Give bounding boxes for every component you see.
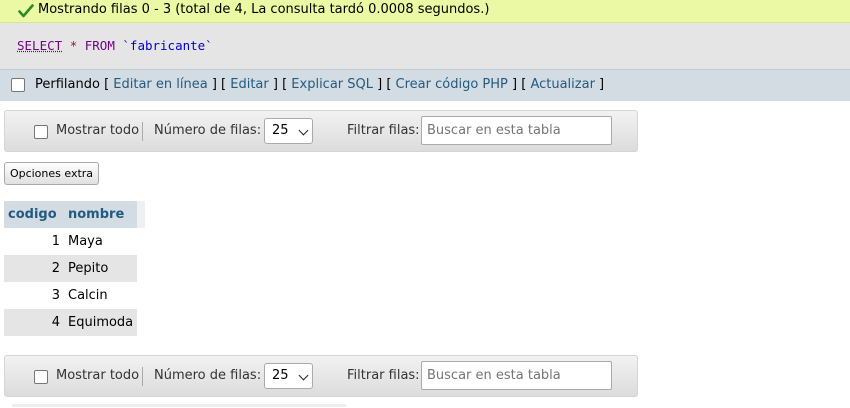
column-header-nombre[interactable]: nombre <box>64 201 138 228</box>
sql-star: * <box>69 38 78 53</box>
divider <box>142 367 143 386</box>
show-all-label: Mostrar todo <box>56 368 140 383</box>
table-row[interactable]: 3 Calcin <box>4 282 145 309</box>
refresh-link[interactable]: Actualizar <box>530 77 594 92</box>
rows-count-label: Número de filas: <box>154 123 262 138</box>
cell-codigo[interactable]: 1 <box>4 228 64 255</box>
profiling-checkbox[interactable] <box>11 78 25 92</box>
profiling-bar: Perfilando [ Editar en línea ] [ Editar … <box>0 69 850 101</box>
results-table-wrapper: codigo nombre 1 Maya 2 Pepito 3 Calcin 4… <box>4 201 146 336</box>
edit-link[interactable]: Editar <box>230 77 269 92</box>
cell-codigo[interactable]: 3 <box>4 282 64 309</box>
edit-inline-link[interactable]: Editar en línea <box>113 77 207 92</box>
explain-sql-link[interactable]: Explicar SQL <box>291 77 373 92</box>
column-header-codigo[interactable]: codigo <box>4 201 64 228</box>
column-header-spacer <box>137 201 146 228</box>
chevron-down-icon <box>298 125 309 136</box>
cell-nombre[interactable]: Calcin <box>64 282 138 309</box>
navigation-bar-top: Mostrar todo Número de filas: 25 Filtrar… <box>4 110 638 152</box>
cell-nombre[interactable]: Maya <box>64 228 138 255</box>
extra-options-button[interactable]: Opciones extra <box>4 162 99 185</box>
rows-count-value: 25 <box>272 368 289 383</box>
divider <box>12 404 346 407</box>
success-message-bar: Mostrando filas 0 - 3 (total de 4, La co… <box>0 0 850 23</box>
cell-codigo[interactable]: 2 <box>4 255 64 282</box>
rows-count-label: Número de filas: <box>154 368 262 383</box>
table-row[interactable]: 2 Pepito <box>4 255 145 282</box>
filter-rows-label: Filtrar filas: <box>347 123 420 138</box>
show-all-checkbox[interactable] <box>34 125 48 139</box>
table-row[interactable]: 4 Equimoda <box>4 309 145 336</box>
filter-search-input[interactable] <box>421 116 612 145</box>
chevron-down-icon <box>298 370 309 381</box>
rows-count-value: 25 <box>272 123 289 138</box>
cell-nombre[interactable]: Pepito <box>64 255 138 282</box>
filter-rows-label: Filtrar filas: <box>347 368 420 383</box>
table-header-row: codigo nombre <box>4 201 146 228</box>
sql-query: SELECT * FROM `fabricante` <box>17 38 213 53</box>
create-php-code-link[interactable]: Crear código PHP <box>396 77 508 92</box>
divider <box>142 122 143 141</box>
sql-keyword-select[interactable]: SELECT <box>17 38 62 53</box>
sql-keyword-from: FROM <box>84 38 115 53</box>
show-all-checkbox[interactable] <box>34 370 48 384</box>
rows-count-select[interactable]: 25 <box>264 118 313 144</box>
show-all-label: Mostrar todo <box>56 123 140 138</box>
checkmark-icon <box>18 4 34 18</box>
rows-count-select[interactable]: 25 <box>264 363 313 389</box>
cell-codigo[interactable]: 4 <box>4 309 64 336</box>
sql-table-name: `fabricante` <box>122 38 213 53</box>
filter-search-input[interactable] <box>421 361 612 390</box>
result-message: Mostrando filas 0 - 3 (total de 4, La co… <box>38 2 490 17</box>
profiling-actions: Perfilando [ Editar en línea ] [ Editar … <box>35 77 605 92</box>
table-row[interactable]: 1 Maya <box>4 228 145 255</box>
results-table: codigo nombre 1 Maya 2 Pepito 3 Calcin 4… <box>4 201 146 336</box>
profiling-label: Perfilando <box>35 77 100 92</box>
cell-nombre[interactable]: Equimoda <box>64 309 138 336</box>
sql-query-box[interactable]: SELECT * FROM `fabricante` <box>0 23 850 69</box>
navigation-bar-bottom: Mostrar todo Número de filas: 25 Filtrar… <box>4 355 638 397</box>
